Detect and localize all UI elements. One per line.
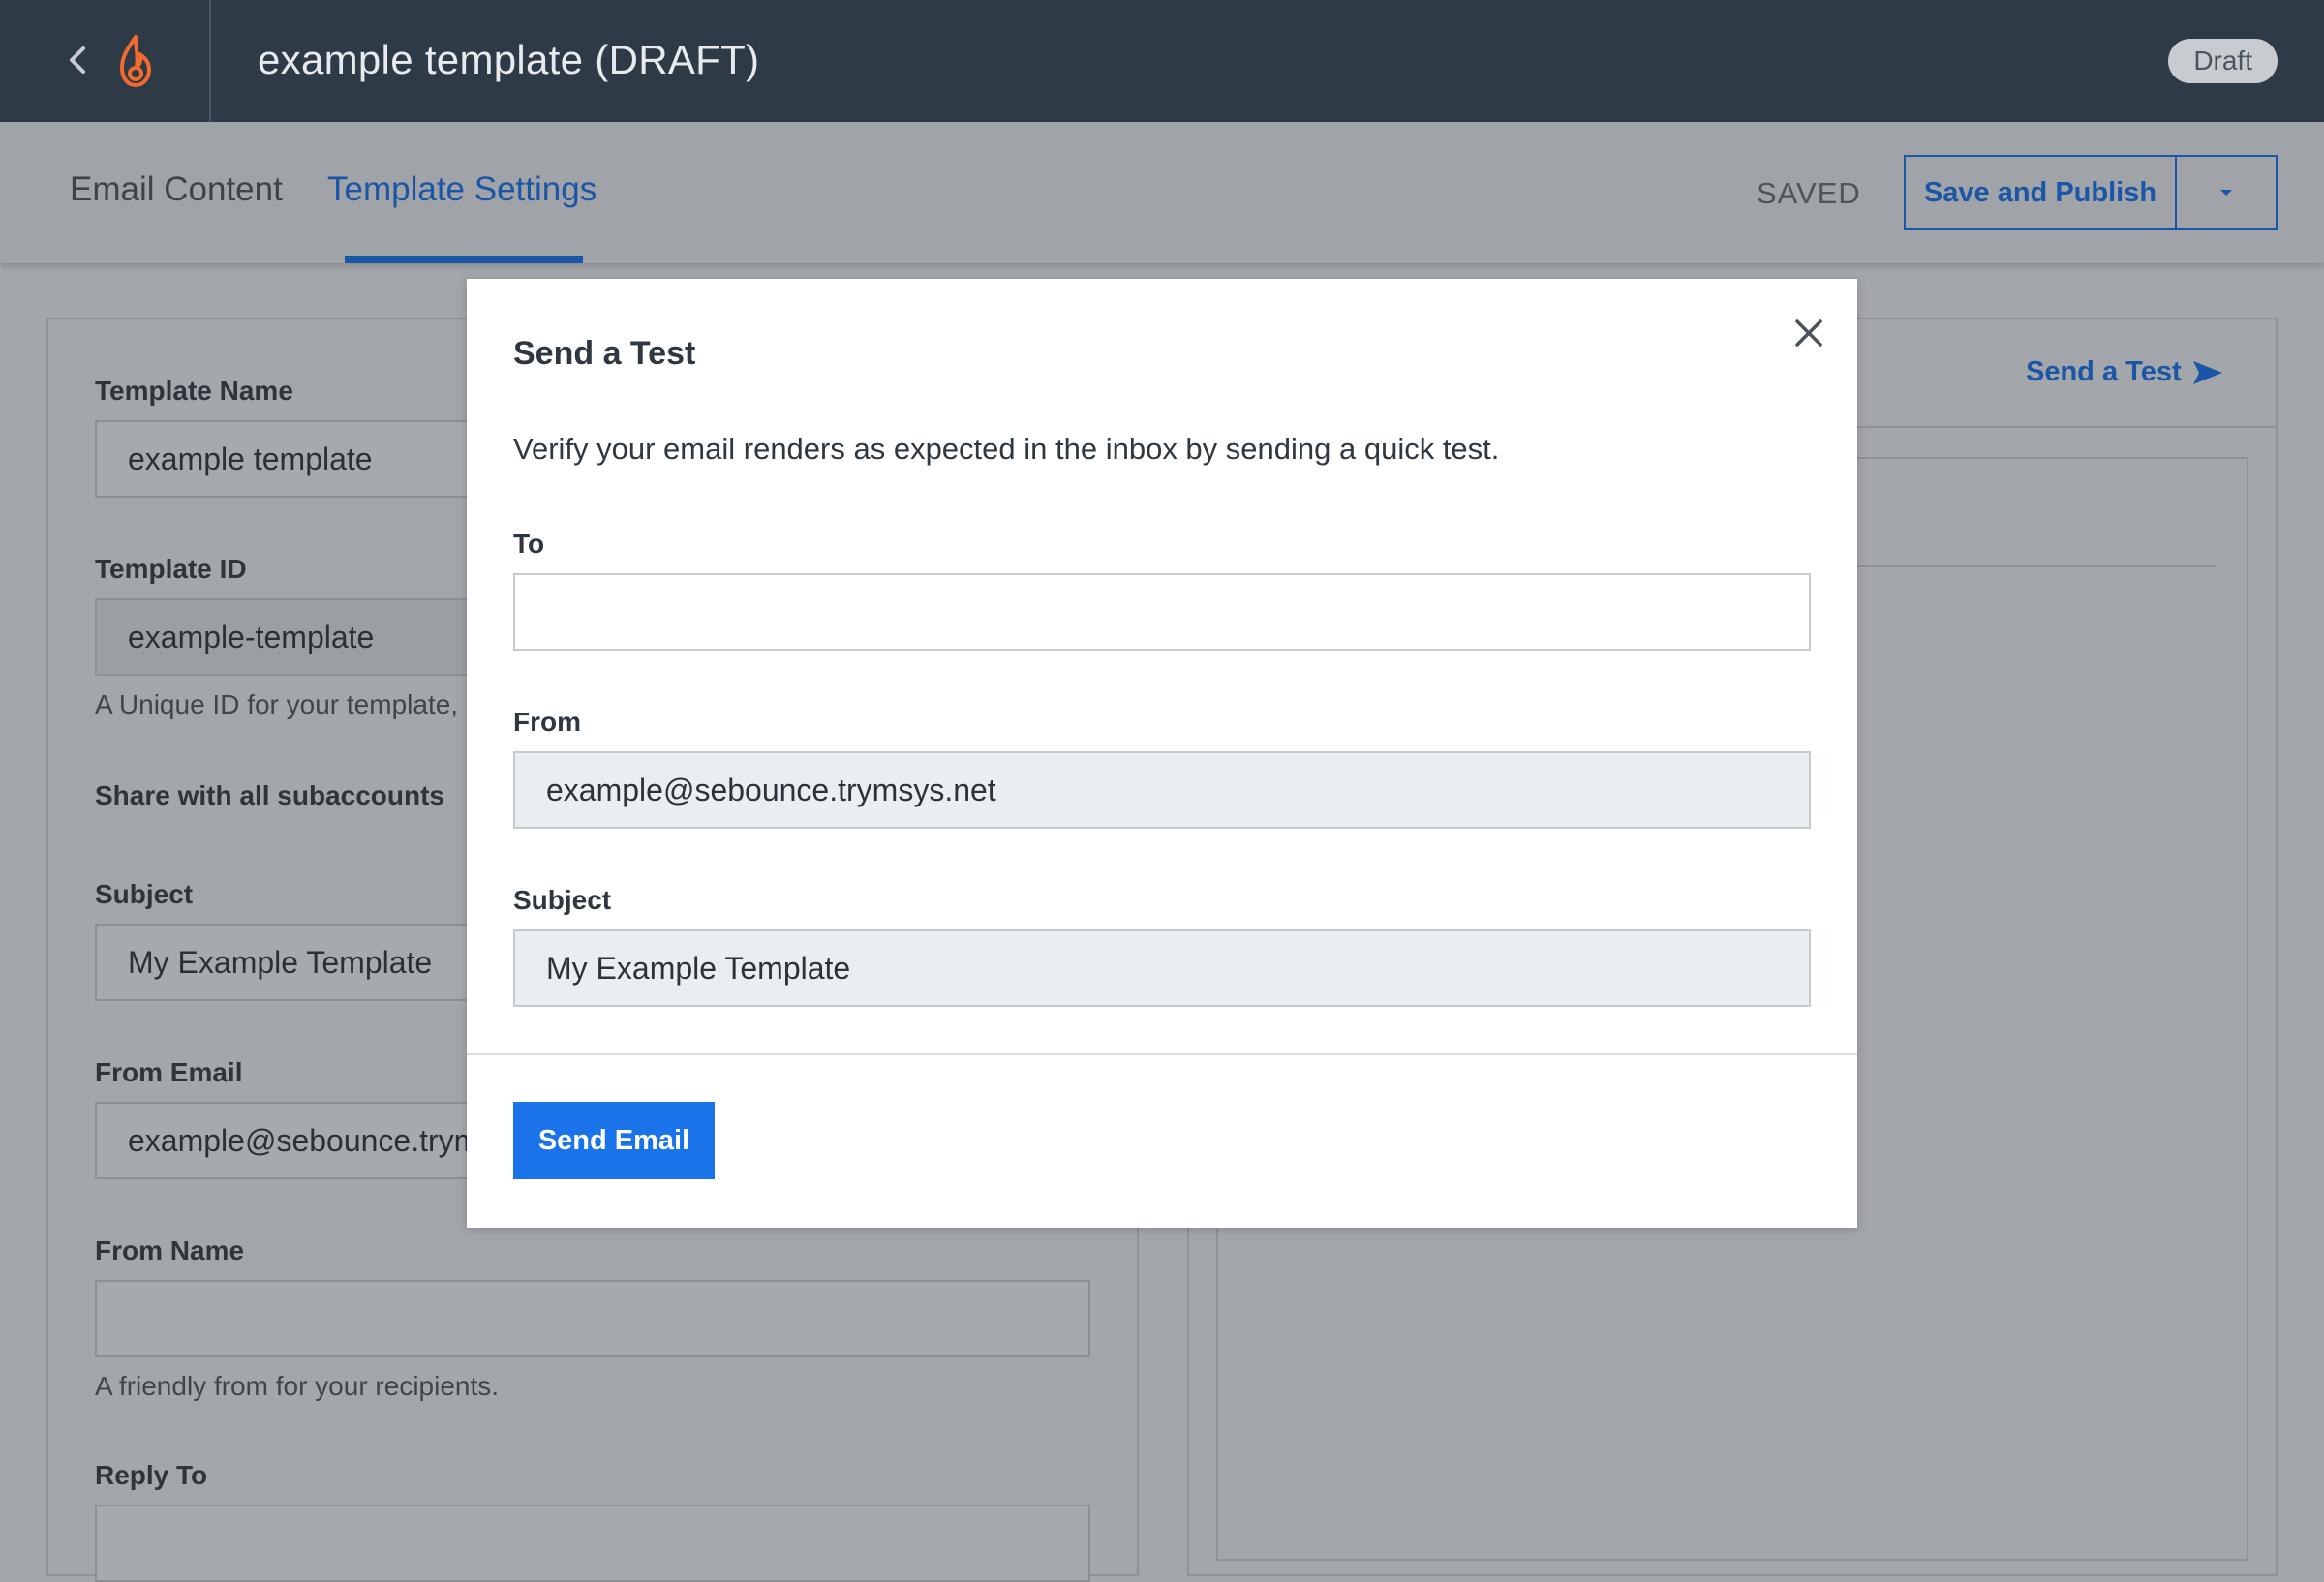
from-label: From xyxy=(513,707,581,737)
subject-label: Subject xyxy=(95,879,194,909)
modal-title: Send a Test xyxy=(513,335,696,372)
caret-down-icon xyxy=(2220,190,2232,196)
status-badge: Draft xyxy=(2168,39,2278,83)
page-title: example template (DRAFT) xyxy=(258,37,760,82)
send-test-link[interactable]: Send a Test xyxy=(2026,356,2224,388)
paper-plane-icon xyxy=(2192,360,2222,384)
header-divider xyxy=(209,0,211,122)
modal-subject-input: My Example Template xyxy=(513,929,1811,1007)
send-test-link-label: Send a Test xyxy=(2026,356,2182,387)
from-input: example@sebounce.trymsys.net xyxy=(513,751,1811,829)
back-button[interactable] xyxy=(60,41,99,79)
from-email-label: From Email xyxy=(95,1057,243,1087)
flame-logo-icon xyxy=(114,33,157,89)
template-id-help: A Unique ID for your template, xyxy=(95,689,459,719)
publish-options-button[interactable] xyxy=(2177,157,2276,228)
editor-toolbar: Email Content Template Settings SAVED Sa… xyxy=(0,122,2324,263)
tab-email-content[interactable]: Email Content xyxy=(70,170,283,209)
preview-separator xyxy=(1850,565,2216,567)
save-and-publish-button[interactable]: Save and Publish xyxy=(1906,157,2177,228)
to-label: To xyxy=(513,529,545,559)
save-status: SAVED xyxy=(1757,176,1861,210)
active-tab-indicator xyxy=(345,256,583,263)
send-email-button[interactable]: Send Email xyxy=(513,1102,715,1179)
modal-footer-divider xyxy=(467,1053,1857,1055)
close-button[interactable] xyxy=(1788,312,1830,354)
chevron-left-icon xyxy=(70,46,85,74)
from-name-help: A friendly from for your recipients. xyxy=(95,1371,500,1401)
publish-button-group: Save and Publish xyxy=(1904,155,2278,230)
modal-subject-label: Subject xyxy=(513,885,612,915)
modal-description: Verify your email renders as expected in… xyxy=(513,432,1500,466)
send-test-modal: Send a Test Verify your email renders as… xyxy=(467,279,1857,1228)
reply-to-input[interactable] xyxy=(95,1505,1090,1582)
share-subaccounts-label: Share with all subaccounts xyxy=(95,780,444,810)
template-id-label: Template ID xyxy=(95,554,247,584)
from-name-label: From Name xyxy=(95,1235,245,1265)
top-header: example template (DRAFT) Draft xyxy=(0,0,2324,122)
tab-template-settings[interactable]: Template Settings xyxy=(327,170,596,209)
from-name-input[interactable] xyxy=(95,1280,1090,1357)
close-icon xyxy=(1795,319,1822,347)
template-name-label: Template Name xyxy=(95,376,293,406)
to-input[interactable] xyxy=(513,573,1811,651)
reply-to-label: Reply To xyxy=(95,1460,208,1490)
